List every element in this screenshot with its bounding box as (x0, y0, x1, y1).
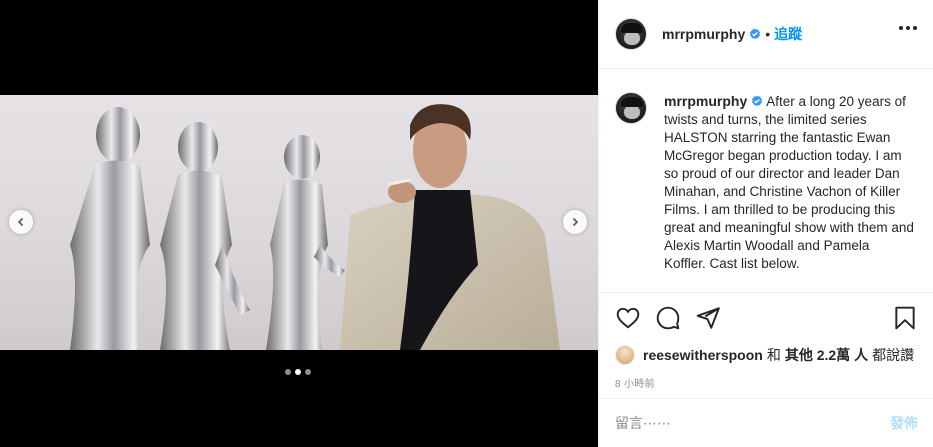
liker-avatar[interactable] (615, 345, 635, 365)
likes-others-link[interactable]: 其他 2.2萬 人 (785, 345, 868, 365)
liker-username[interactable]: reesewitherspoon (643, 347, 763, 363)
more-icon (899, 26, 903, 30)
caption-avatar[interactable] (615, 92, 647, 124)
post-sidebar: mrrpmurphy • 追蹤 mrrpmurphy After a long … (598, 0, 933, 447)
likes-and: 和 (766, 347, 781, 363)
verified-icon (752, 95, 763, 107)
caption-row: mrrpmurphy After a long 20 years of twis… (615, 92, 918, 273)
caption-text: mrrpmurphy After a long 20 years of twis… (664, 92, 914, 273)
chevron-left-icon (17, 217, 24, 227)
likes-suffix: 都說讚 (872, 347, 915, 363)
post-timestamp[interactable]: 8 小時前 (615, 375, 918, 390)
carousel-indicator (285, 369, 311, 375)
carousel-dot (305, 369, 311, 375)
next-slide-button[interactable] (563, 210, 587, 234)
post-header: mrrpmurphy • 追蹤 (599, 0, 933, 69)
header-separator: • (765, 26, 771, 42)
verified-icon (750, 28, 761, 40)
carousel-dot-active (295, 369, 301, 375)
follow-button[interactable]: 追蹤 (774, 24, 802, 44)
post-actions: reesewitherspoon 和 其他 2.2萬 人 都說讚 8 小時前 (599, 292, 933, 402)
likes-summary: reesewitherspoon 和 其他 2.2萬 人 都說讚 (615, 345, 918, 365)
comment-icon[interactable] (655, 305, 681, 331)
bookmark-icon[interactable] (892, 305, 918, 331)
share-icon[interactable] (695, 305, 721, 331)
comment-input[interactable] (615, 415, 890, 431)
caption-username[interactable]: mrrpmurphy (664, 93, 747, 109)
comment-box: 發佈 (599, 398, 933, 447)
post-comment-button[interactable]: 發佈 (890, 413, 918, 433)
header-username[interactable]: mrrpmurphy (662, 26, 745, 42)
post-photo[interactable] (0, 95, 598, 350)
caption-body: After a long 20 years of twists and turn… (664, 94, 914, 271)
avatar[interactable] (615, 18, 647, 50)
carousel-dot (285, 369, 291, 375)
prev-slide-button[interactable] (9, 210, 33, 234)
post-media (0, 0, 598, 447)
caption-scroll-area[interactable]: mrrpmurphy After a long 20 years of twis… (599, 70, 933, 292)
photo-illustration (70, 104, 560, 350)
more-options-button[interactable] (899, 26, 917, 30)
chevron-right-icon (572, 217, 579, 227)
heart-icon[interactable] (615, 305, 641, 331)
action-icons (615, 305, 918, 331)
